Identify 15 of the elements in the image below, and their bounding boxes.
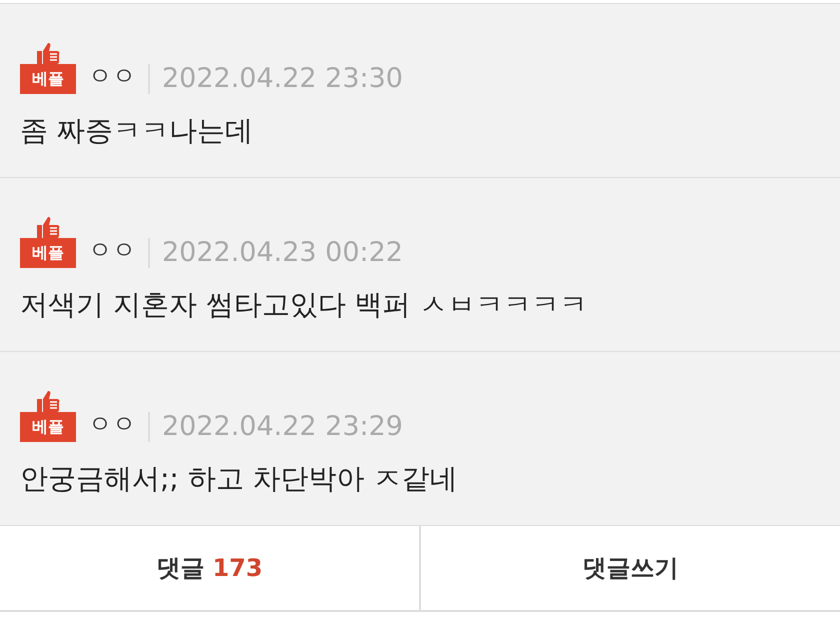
- thumbs-up-icon: [35, 42, 61, 64]
- best-badge: 베플: [20, 64, 76, 94]
- author-name: ㅇㅇ: [88, 409, 136, 440]
- thumbs-up-icon: [35, 390, 61, 412]
- comment-text: 안궁금해서;; 하고 차단박아 ㅈ같네: [20, 461, 459, 497]
- thumbs-up-icon: [35, 216, 61, 238]
- comment-date: 2022.04.22 23:29: [162, 411, 403, 442]
- author-name: ㅇㅇ: [88, 235, 136, 266]
- author-name: ㅇㅇ: [88, 61, 136, 92]
- best-badge: 베플: [20, 412, 76, 442]
- comment-date: 2022.04.22 23:30: [162, 63, 403, 94]
- comment-text: 좀 짜증ㅋㅋ나는데: [20, 113, 254, 149]
- comment-date: 2022.04.23 00:22: [162, 237, 403, 268]
- comment-text: 저색기 지혼자 썸타고있다 백퍼 ㅅㅂㅋㅋㅋㅋ: [20, 287, 589, 323]
- best-badge: 베플: [20, 238, 76, 268]
